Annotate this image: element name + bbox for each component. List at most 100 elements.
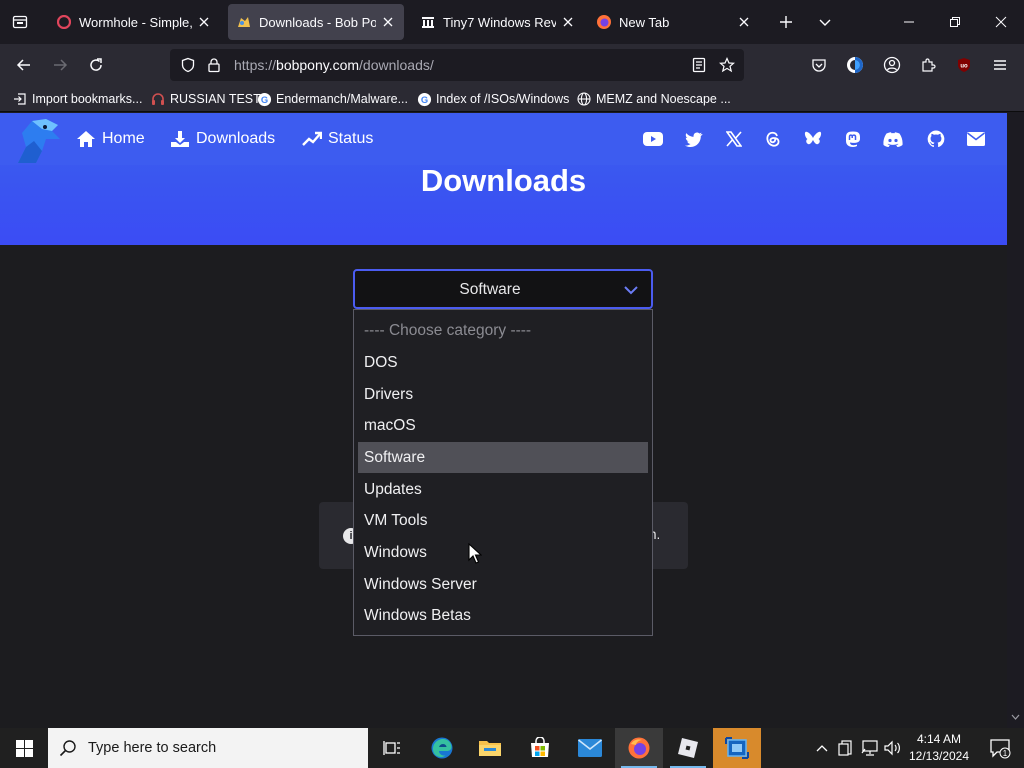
- windows-start-icon[interactable]: [0, 728, 48, 768]
- close-tab-icon[interactable]: [736, 14, 752, 30]
- microsoft-store-icon[interactable]: [516, 728, 564, 768]
- roblox-studio-icon[interactable]: [664, 728, 712, 768]
- threads-icon[interactable]: [763, 129, 783, 149]
- tab-title: Tiny7 Windows Rev01 b: [443, 14, 556, 30]
- tab-wormhole[interactable]: Wormhole - Simple, pri: [48, 4, 220, 40]
- reader-view-icon[interactable]: [691, 57, 707, 73]
- bluesky-icon[interactable]: [803, 129, 823, 149]
- network-icon[interactable]: [860, 738, 880, 758]
- nav-downloads[interactable]: Downloads: [170, 128, 275, 150]
- tab-title: Downloads - Bob Pony: [259, 14, 376, 30]
- close-tab-icon[interactable]: [380, 14, 396, 30]
- mouse-cursor-icon: [468, 543, 482, 564]
- nav-downloads-label: Downloads: [196, 130, 276, 147]
- taskbar-search-box[interactable]: Type here to search: [48, 728, 368, 768]
- twitter-icon[interactable]: [684, 129, 704, 149]
- import-icon: [12, 91, 28, 107]
- tab-new-tab[interactable]: New Tab: [588, 4, 760, 40]
- discord-icon[interactable]: [883, 129, 903, 149]
- back-icon[interactable]: [8, 49, 40, 81]
- wormhole-favicon-icon: [56, 14, 72, 30]
- tab-title: New Tab: [619, 14, 670, 30]
- tab-tiny7[interactable]: Tiny7 Windows Rev01 b: [412, 4, 584, 40]
- svg-text:uo: uo: [960, 64, 968, 70]
- firefox-taskbar-icon[interactable]: [615, 728, 663, 768]
- headphones-icon: [150, 91, 166, 107]
- address-bar[interactable]: https://bobpony.com/downloads/: [170, 49, 744, 81]
- page-scrollbar[interactable]: [1007, 113, 1024, 728]
- category-option-windows-betas[interactable]: Windows Betas: [358, 600, 648, 631]
- close-tab-icon[interactable]: [560, 14, 576, 30]
- reload-icon[interactable]: [80, 49, 112, 81]
- clock-time: 4:14 AM: [916, 732, 962, 746]
- firefox-view-icon[interactable]: [6, 8, 34, 36]
- google-icon: G: [256, 91, 272, 107]
- show-hidden-icons-icon[interactable]: [812, 738, 832, 758]
- tablet-mode-icon[interactable]: [836, 738, 856, 758]
- category-option-software[interactable]: Software: [358, 442, 648, 473]
- svg-text:G: G: [420, 94, 427, 104]
- account-icon[interactable]: [876, 49, 908, 81]
- volume-icon[interactable]: [883, 738, 903, 758]
- edge-icon[interactable]: [418, 728, 466, 768]
- minimize-icon[interactable]: [886, 0, 932, 44]
- search-icon: [48, 728, 88, 768]
- extensions-icon[interactable]: [912, 49, 944, 81]
- file-explorer-icon[interactable]: [466, 728, 514, 768]
- archive-favicon-icon: [420, 14, 436, 30]
- tab-downloads[interactable]: Downloads - Bob Pony: [228, 4, 404, 40]
- category-option-dos[interactable]: DOS: [358, 347, 648, 378]
- bookmark-russian-test[interactable]: RUSSIAN TEST: [150, 90, 261, 108]
- category-dropdown-list: ---- Choose category ---- DOS Drivers ma…: [353, 309, 653, 636]
- category-option-updates[interactable]: Updates: [358, 474, 648, 505]
- url-text: https://bobpony.com/downloads/: [234, 57, 434, 73]
- close-window-icon[interactable]: [978, 0, 1024, 44]
- mail-app-icon[interactable]: [566, 728, 614, 768]
- bookmark-endermanch[interactable]: G Endermanch/Malware...: [256, 90, 408, 108]
- padlock-icon[interactable]: [206, 57, 222, 73]
- hamburger-menu-icon[interactable]: [984, 49, 1016, 81]
- bookmark-import[interactable]: Import bookmarks...: [12, 90, 142, 108]
- bookmark-index-isos[interactable]: G Index of /ISOs/Windows: [416, 90, 569, 108]
- close-tab-icon[interactable]: [196, 14, 212, 30]
- restore-icon[interactable]: [932, 0, 978, 44]
- list-all-tabs-icon[interactable]: [811, 8, 839, 36]
- forward-icon[interactable]: [44, 49, 76, 81]
- category-select[interactable]: Software: [353, 269, 653, 309]
- system-clock[interactable]: 4:14 AM 12/13/2024: [908, 731, 970, 765]
- clock-date: 12/13/2024: [908, 749, 970, 763]
- category-option-macos[interactable]: macOS: [358, 410, 648, 441]
- bookmark-label: Import bookmarks...: [32, 92, 143, 106]
- task-view-icon[interactable]: [368, 728, 416, 768]
- youtube-icon[interactable]: [643, 129, 663, 149]
- category-option-drivers[interactable]: Drivers: [358, 379, 648, 410]
- new-tab-icon[interactable]: [772, 8, 800, 36]
- action-center-icon[interactable]: 1: [980, 728, 1020, 768]
- nav-home-label: Home: [102, 130, 145, 147]
- github-icon[interactable]: [926, 129, 946, 149]
- category-option-windows[interactable]: Windows: [358, 537, 648, 568]
- bookmark-label: Index of /ISOs/Windows: [436, 92, 570, 106]
- ublock-origin-icon[interactable]: uo: [948, 49, 980, 81]
- category-option-windows-server[interactable]: Windows Server: [358, 569, 648, 600]
- bobpony-logo[interactable]: [12, 117, 64, 167]
- nav-home[interactable]: Home: [76, 128, 145, 150]
- dark-reader-icon[interactable]: [839, 49, 871, 81]
- firefox-favicon-icon: [596, 14, 612, 30]
- mail-icon[interactable]: [966, 129, 986, 149]
- google-icon: G: [416, 91, 432, 107]
- scroll-down-icon[interactable]: [1011, 713, 1020, 721]
- pocket-icon[interactable]: [803, 49, 835, 81]
- x-icon[interactable]: [724, 129, 744, 149]
- category-option-vm-tools[interactable]: VM Tools: [358, 505, 648, 536]
- category-select-value: Software: [459, 281, 521, 298]
- globe-icon: [576, 91, 592, 107]
- home-icon: [76, 129, 96, 149]
- nav-status[interactable]: Status: [302, 128, 373, 150]
- bookmark-memz[interactable]: MEMZ and Noescape ...: [576, 90, 731, 108]
- bookmark-star-icon[interactable]: [719, 57, 735, 73]
- tracking-shield-icon[interactable]: [180, 57, 196, 73]
- category-option-placeholder[interactable]: ---- Choose category ----: [358, 315, 648, 346]
- mastodon-icon[interactable]: [843, 129, 863, 149]
- virtualbox-icon[interactable]: [713, 728, 761, 768]
